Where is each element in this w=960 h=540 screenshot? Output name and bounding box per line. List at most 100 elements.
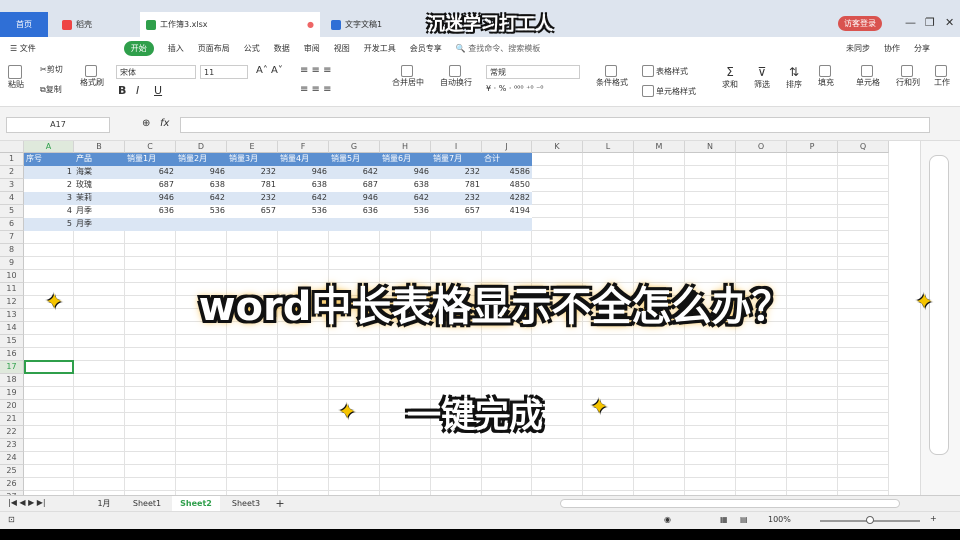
column-header[interactable]: C [125,141,176,153]
number-format-select[interactable]: 常规 [486,65,580,79]
row-header[interactable]: 12 [0,296,24,309]
italic-icon[interactable]: I [136,84,139,97]
table-header-cell[interactable]: 销量5月 [329,153,380,166]
table-cell[interactable]: 232 [431,166,482,179]
column-header[interactable]: O [736,141,787,153]
row-header[interactable]: 6 [0,218,24,231]
column-header[interactable]: B [74,141,125,153]
search-command-input[interactable]: 🔍 查找命令、搜索模板 [456,43,555,54]
table-header-cell[interactable]: 销量2月 [176,153,227,166]
table-cell[interactable]: 642 [329,166,380,179]
cells-button[interactable]: 单元格 [856,65,880,88]
table-cell[interactable]: 636 [329,205,380,218]
table-cell[interactable]: 642 [380,192,431,205]
tab-home[interactable]: 首页 [0,12,48,37]
table-cell[interactable]: 月季 [74,218,125,231]
table-cell[interactable] [380,218,431,231]
format-painter-button[interactable]: 格式刷 [80,65,104,88]
filter-button[interactable]: ⊽ 筛选 [754,65,770,90]
table-cell[interactable]: 232 [431,192,482,205]
table-cell[interactable] [278,218,329,231]
row-header[interactable]: 23 [0,439,24,452]
table-cell[interactable]: 781 [431,179,482,192]
table-cell[interactable]: 642 [278,192,329,205]
table-cell[interactable]: 玫瑰 [74,179,125,192]
column-header[interactable]: Q [838,141,889,153]
sum-button[interactable]: Σ 求和 [722,65,738,90]
copy-button[interactable]: ⧉ 复制 [40,84,62,95]
row-header[interactable]: 3 [0,179,24,192]
macro-icon[interactable]: ⊡ [8,515,15,524]
table-cell[interactable]: 4194 [482,205,532,218]
row-header[interactable]: 4 [0,192,24,205]
horizontal-scrollbar[interactable] [560,499,900,508]
underline-icon[interactable]: U [154,84,162,97]
table-cell[interactable] [482,218,532,231]
row-header[interactable]: 5 [0,205,24,218]
table-cell[interactable]: 4 [24,205,74,218]
table-cell[interactable]: 茉莉 [74,192,125,205]
table-cell[interactable]: 687 [125,179,176,192]
cond-format-button[interactable]: 条件格式 [596,65,628,88]
table-header-cell[interactable]: 销量1月 [125,153,176,166]
column-header[interactable]: K [532,141,583,153]
font-size-select[interactable]: 11 [200,65,248,79]
table-header-cell[interactable]: 销量4月 [278,153,329,166]
column-header[interactable]: F [278,141,329,153]
sync-button[interactable]: 未同步 [846,43,870,54]
tab-workbook[interactable]: 工作簿3.xlsx ● [140,12,320,37]
table-cell[interactable]: 2 [24,179,74,192]
sort-button[interactable]: ⇅ 排序 [786,65,802,90]
fx-icon[interactable]: fx [160,118,169,129]
page-view-icon[interactable]: ▤ [740,515,748,524]
row-header[interactable]: 22 [0,426,24,439]
table-cell[interactable]: 687 [329,179,380,192]
tab-daoke[interactable]: 稻壳 [56,12,136,37]
font-family-select[interactable]: 宋体 [116,65,196,79]
row-header[interactable]: 10 [0,270,24,283]
table-cell[interactable] [227,218,278,231]
normal-view-icon[interactable]: ▦ [720,515,728,524]
bold-icon[interactable]: B [118,84,126,97]
merge-button[interactable]: 合并居中 [392,65,424,88]
table-header-cell[interactable]: 序号 [24,153,74,166]
fill-button[interactable]: 填充 [818,65,834,88]
column-header[interactable]: D [176,141,227,153]
sheet-nav-icon[interactable]: |◀ ◀ ▶ ▶| [8,498,46,507]
zoom-search-icon[interactable]: ⊕ [142,118,150,129]
menu-file[interactable]: ☰ 文件 [10,43,50,54]
table-header-cell[interactable]: 销量3月 [227,153,278,166]
table-cell[interactable]: 657 [227,205,278,218]
minimize-icon[interactable]: — [905,16,916,29]
row-header[interactable]: 9 [0,257,24,270]
table-cell[interactable]: 946 [278,166,329,179]
paste-button[interactable]: 粘贴 [8,65,24,90]
table-cell[interactable]: 946 [329,192,380,205]
restore-icon[interactable]: ❐ [925,16,935,29]
table-cell[interactable]: 海棠 [74,166,125,179]
name-box[interactable]: A17 [6,117,110,133]
column-header[interactable]: A [24,141,74,153]
row-header[interactable]: 24 [0,452,24,465]
row-header[interactable]: 1 [0,153,24,166]
table-cell[interactable]: 4282 [482,192,532,205]
table-header-cell[interactable]: 合计 [482,153,532,166]
row-header[interactable]: 11 [0,283,24,296]
column-header[interactable]: P [787,141,838,153]
table-cell[interactable]: 642 [176,192,227,205]
table-cell[interactable]: 536 [380,205,431,218]
align-top-icon[interactable]: ≡ ≡ ≡ [300,65,332,76]
collab-button[interactable]: 协作 [884,43,900,54]
row-header[interactable]: 13 [0,309,24,322]
row-header[interactable]: 16 [0,348,24,361]
column-header[interactable]: J [482,141,532,153]
menu-dev[interactable]: 开发工具 [364,43,396,54]
table-cell[interactable]: 657 [431,205,482,218]
table-cell[interactable]: 946 [380,166,431,179]
menu-data[interactable]: 数据 [274,43,290,54]
formula-input[interactable] [180,117,930,133]
select-all-corner[interactable] [0,141,24,153]
table-style-button[interactable]: 表格样式 [642,65,688,77]
table-cell[interactable]: 636 [125,205,176,218]
sheet-tab-1[interactable]: 1月 [84,496,124,511]
